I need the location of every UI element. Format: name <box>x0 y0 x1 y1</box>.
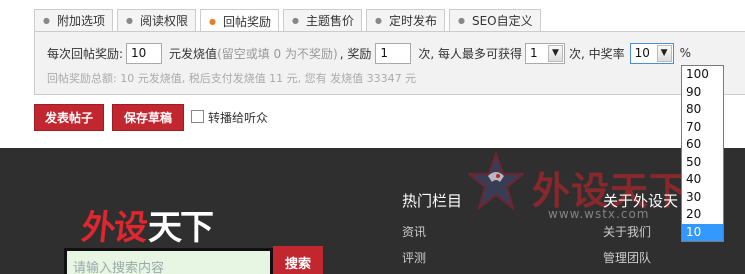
win-rate-label: 次, 中奖率 <box>568 46 625 61</box>
dropdown-option[interactable]: 90 <box>682 84 723 102</box>
dropdown-option[interactable]: 50 <box>682 154 723 172</box>
tab-label: 阅读权限 <box>139 14 188 28</box>
about-title: 关于外设天 <box>603 192 679 210</box>
tab-label: 主题售价 <box>305 14 354 28</box>
tab-scheduled-publish[interactable]: ● 定时发布 <box>366 9 445 31</box>
currency-label: 元发烧值 <box>169 46 218 61</box>
win-rate-dropdown: 100 90 80 70 60 50 40 30 20 10 <box>681 65 724 242</box>
logo-red-text: 外设 <box>79 208 148 248</box>
tab-reply-reward[interactable]: ● 回帖奖励 <box>200 9 279 32</box>
dropdown-option[interactable]: 80 <box>682 101 723 119</box>
footer-link-reviews[interactable]: 评测 <box>402 249 426 266</box>
max-times-label: 次, 每人最多可获得 <box>418 46 522 61</box>
select-value: 1 <box>529 46 538 60</box>
save-draft-button[interactable]: 保存草稿 <box>112 104 184 131</box>
footer-link-team[interactable]: 管理团队 <box>603 249 651 266</box>
tab-extra-options[interactable]: ● 附加选项 <box>34 9 113 31</box>
dropdown-option-selected[interactable]: 10 <box>682 223 723 241</box>
site-logo[interactable]: 外设 天下 <box>79 200 214 249</box>
select-value: 10 <box>634 46 650 60</box>
tab-bar: ● 附加选项 ● 阅读权限 ● 回帖奖励 ● 主题售价 ● 定时发布 ● SEO自定义 <box>34 9 545 32</box>
broadcast-checkbox[interactable] <box>191 110 204 123</box>
broadcast-label: 转播给听众 <box>208 111 269 125</box>
footer-link-news[interactable]: 资讯 <box>402 223 426 240</box>
dropdown-option[interactable]: 70 <box>682 119 723 137</box>
reward-hint: (留空或填 0 为不奖励) <box>217 46 338 61</box>
tab-label: 附加选项 <box>56 14 105 28</box>
chevron-down-icon[interactable]: ▼ <box>656 44 672 62</box>
reward-times-input[interactable] <box>375 42 412 64</box>
tab-seo-custom[interactable]: ● SEO自定义 <box>449 9 541 31</box>
reward-settings-row: 每次回帖奖励: 元发烧值 (留空或填 0 为不奖励) , 奖励 次, 每人最多可… <box>47 42 692 64</box>
bullet-icon: ● <box>458 16 465 25</box>
eagle-star-icon <box>468 152 524 211</box>
reward-amount-input[interactable] <box>126 42 163 64</box>
dropdown-option[interactable]: 100 <box>682 66 723 84</box>
percent-sign: % <box>679 46 692 60</box>
max-times-select[interactable]: 1 ▼ <box>524 42 565 64</box>
reward-summary: 回帖奖励总额: 10 元发烧值, 税后支付发烧值 11 元, 您有 发烧值 33… <box>47 72 417 85</box>
reply-reward-panel: 每次回帖奖励: 元发烧值 (留空或填 0 为不奖励) , 奖励 次, 每人最多可… <box>34 31 745 95</box>
hot-columns-title: 热门栏目 <box>402 192 463 210</box>
tab-label: SEO自定义 <box>471 14 533 28</box>
footer-link-about-us[interactable]: 关于我们 <box>603 223 651 240</box>
dropdown-option[interactable]: 20 <box>682 206 723 224</box>
tab-label: 定时发布 <box>388 14 437 28</box>
logo-white-text: 天下 <box>148 208 214 248</box>
tab-label: 回帖奖励 <box>222 14 271 29</box>
bullet-icon: ● <box>209 16 216 26</box>
bullet-icon: ● <box>43 16 50 25</box>
bullet-icon: ● <box>292 16 299 25</box>
bullet-icon: ● <box>375 16 382 25</box>
dropdown-option[interactable]: 30 <box>682 189 723 207</box>
publish-button[interactable]: 发表帖子 <box>34 104 104 131</box>
dropdown-option[interactable]: 60 <box>682 136 723 154</box>
search-button[interactable]: 搜索 <box>273 246 323 274</box>
tab-thread-price[interactable]: ● 主题售价 <box>283 9 362 31</box>
reward-label: 每次回帖奖励: <box>47 46 124 61</box>
tab-read-permission[interactable]: ● 阅读权限 <box>117 9 196 31</box>
bullet-icon: ● <box>126 16 133 25</box>
reward-times-label: , 奖励 <box>339 46 372 61</box>
search-input[interactable]: 请输入搜索内容 <box>64 248 273 274</box>
dropdown-option[interactable]: 40 <box>682 171 723 189</box>
chevron-down-icon[interactable]: ▼ <box>547 44 563 62</box>
win-rate-select[interactable]: 10 ▼ <box>629 42 674 64</box>
